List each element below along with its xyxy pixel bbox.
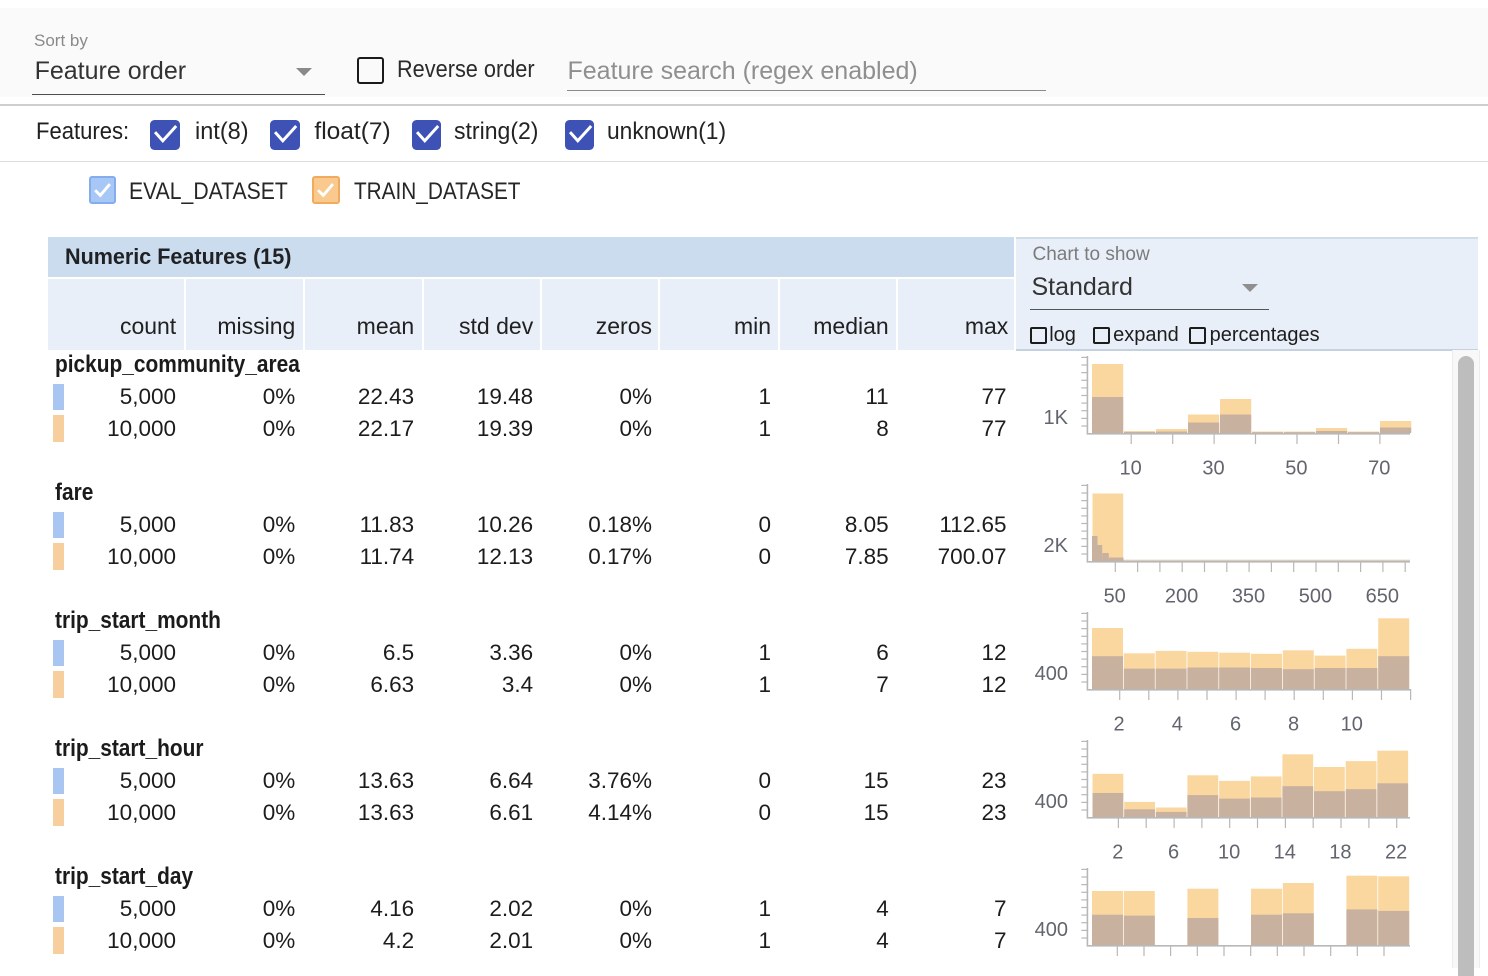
svg-text:2: 2 bbox=[1112, 842, 1123, 864]
svg-text:2K: 2K bbox=[1044, 535, 1069, 557]
svg-text:50: 50 bbox=[1285, 458, 1307, 480]
svg-text:400: 400 bbox=[1035, 791, 1068, 813]
svg-text:10: 10 bbox=[1341, 714, 1363, 736]
svg-text:400: 400 bbox=[1035, 919, 1068, 941]
svg-text:500: 500 bbox=[1299, 586, 1332, 608]
svg-text:6: 6 bbox=[1230, 714, 1241, 736]
svg-text:18: 18 bbox=[1329, 842, 1351, 864]
svg-text:6: 6 bbox=[1168, 842, 1179, 864]
svg-text:1K: 1K bbox=[1044, 407, 1069, 429]
svg-text:30: 30 bbox=[1202, 458, 1224, 480]
svg-text:400: 400 bbox=[1035, 663, 1068, 685]
svg-text:8: 8 bbox=[1288, 714, 1299, 736]
svg-text:14: 14 bbox=[1274, 842, 1296, 864]
svg-text:70: 70 bbox=[1368, 458, 1390, 480]
svg-text:350: 350 bbox=[1232, 586, 1265, 608]
svg-text:2: 2 bbox=[1114, 714, 1125, 736]
svg-text:200: 200 bbox=[1165, 586, 1198, 608]
svg-text:4: 4 bbox=[1172, 714, 1183, 736]
svg-text:10: 10 bbox=[1119, 458, 1141, 480]
svg-text:10: 10 bbox=[1218, 842, 1240, 864]
svg-text:50: 50 bbox=[1104, 586, 1126, 608]
svg-text:22: 22 bbox=[1385, 842, 1407, 864]
svg-text:650: 650 bbox=[1366, 586, 1399, 608]
